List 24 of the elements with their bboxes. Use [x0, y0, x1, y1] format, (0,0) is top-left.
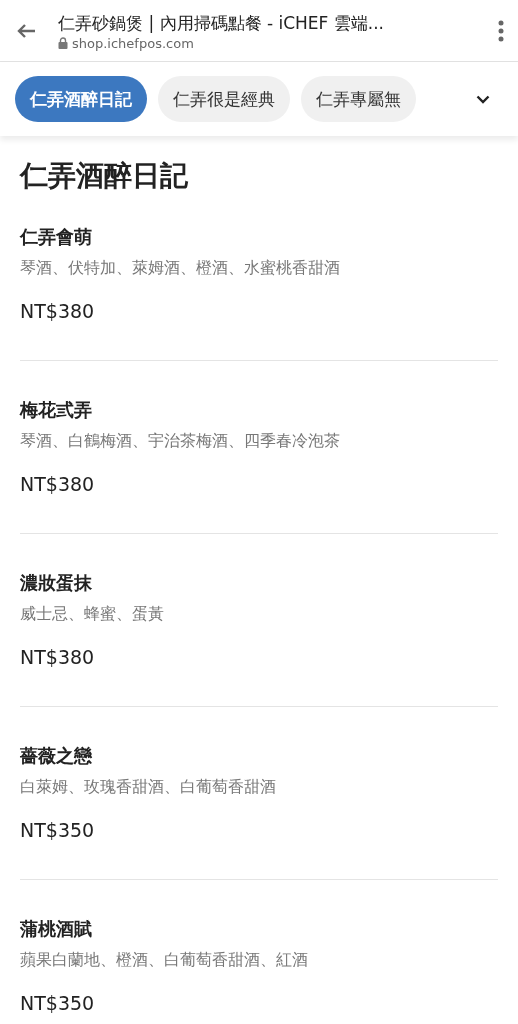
- section-title: 仁弄酒醉日記: [20, 158, 189, 194]
- item-name: 濃妝蛋抹: [20, 571, 93, 595]
- item-description: 白萊姆、玫瑰香甜酒、白葡萄香甜酒: [20, 776, 277, 798]
- item-price: NT$350: [20, 991, 96, 1016]
- item-description: 琴酒、伏特加、萊姆酒、橙酒、水蜜桃香甜酒: [20, 257, 341, 279]
- category-tab[interactable]: 仁弄很是經典: [158, 76, 290, 122]
- item-price: NT$350: [20, 818, 96, 843]
- item-description: 威士忌、蜂蜜、蛋黃: [20, 603, 165, 625]
- item-description: 琴酒、白鶴梅酒、宇治茶梅酒、四季春冷泡茶: [20, 430, 341, 452]
- item-description: 蘋果白蘭地、橙酒、白葡萄香甜酒、紅酒: [20, 949, 309, 971]
- category-tab[interactable]: 仁弄專屬無: [301, 76, 416, 122]
- item-name: 蒲桃酒賦: [20, 917, 93, 941]
- menu-icon[interactable]: [498, 19, 504, 42]
- url-text: shop.ichefpos.com: [72, 35, 194, 51]
- item-name: 仁弄會萌: [20, 225, 93, 249]
- lock-icon: [58, 37, 68, 49]
- item-price: NT$380: [20, 645, 96, 670]
- item-name: 梅花弎弄: [20, 398, 93, 422]
- item-price: NT$380: [20, 299, 96, 324]
- item-name: 薔薇之戀: [20, 744, 93, 768]
- item-price: NT$380: [20, 472, 96, 497]
- page-title: 仁弄砂鍋煲 | 內用掃碼點餐 - iCHEF 雲端...: [58, 11, 385, 35]
- category-tab[interactable]: 仁弄酒醉日記: [15, 76, 147, 122]
- back-icon[interactable]: [16, 22, 36, 39]
